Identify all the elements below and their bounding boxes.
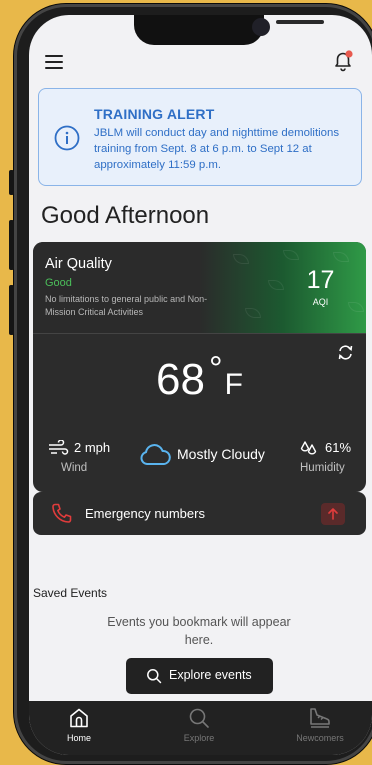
alert-title: TRAINING ALERT [94, 106, 215, 122]
leaf-decoration [245, 308, 261, 318]
leaf-decoration [348, 302, 364, 312]
weather-condition: Mostly Cloudy [177, 446, 265, 462]
temperature-unit: F [224, 368, 243, 401]
search-icon [189, 708, 209, 728]
saved-events-empty-message: Events you bookmark will appear here. [107, 615, 291, 647]
phone-notch [134, 15, 324, 45]
phone-side-button [9, 220, 14, 270]
aqi-value: 17 [306, 266, 335, 294]
emergency-numbers-button[interactable]: Emergency numbers [33, 492, 366, 535]
bottom-navigation: Home Explore Newcomers [29, 701, 372, 755]
phone-side-button [9, 285, 14, 335]
explore-events-button[interactable]: Explore events [126, 658, 273, 694]
nav-item-newcomers[interactable]: Newcomers [285, 707, 355, 743]
shoe-icon [310, 708, 330, 728]
nav-label-home: Home [66, 733, 91, 743]
greeting-heading: Good Afternoon [41, 202, 210, 229]
temperature-value: 68 [156, 355, 205, 404]
info-icon [54, 125, 80, 151]
home-icon [70, 708, 88, 728]
phone-icon [51, 502, 73, 524]
leaf-decoration [268, 280, 284, 290]
nav-label-explore: Explore [183, 733, 215, 743]
weather-card: Air Quality Good No limitations to gener… [33, 242, 366, 492]
top-bar [29, 45, 372, 85]
nav-label-newcomers: Newcomers [296, 733, 344, 743]
bell-icon[interactable] [332, 49, 354, 73]
leaf-decoration [333, 252, 349, 262]
explore-events-label: Explore events [169, 668, 252, 682]
air-quality-section[interactable]: Air Quality Good No limitations to gener… [33, 242, 366, 333]
saved-events-title: Saved Events [33, 586, 108, 600]
humidity-label: Humidity [300, 462, 345, 474]
degree-symbol: ° [209, 350, 223, 388]
alert-message: JBLM will conduct day and nighttime demo… [94, 127, 340, 171]
humidity-icon [299, 440, 319, 457]
air-quality-status: Good [45, 277, 72, 289]
nav-item-explore[interactable]: Explore [164, 707, 234, 743]
search-icon [146, 668, 162, 684]
nav-item-home[interactable]: Home [44, 707, 114, 743]
air-quality-description: No limitations to general public and Non… [45, 294, 208, 317]
temperature-display: 68 °F [33, 350, 366, 405]
cloud-icon [139, 442, 171, 468]
air-quality-title: Air Quality [45, 256, 112, 272]
leaf-decoration [283, 250, 299, 260]
notification-dot [345, 50, 353, 58]
training-alert-banner[interactable]: TRAINING ALERT JBLM will conduct day and… [38, 88, 362, 186]
humidity-value: 61% [325, 440, 352, 455]
wind-label: Wind [61, 462, 88, 474]
arrow-up-icon[interactable] [321, 503, 345, 525]
emergency-numbers-label: Emergency numbers [85, 506, 205, 521]
wind-value: 2 mph [74, 440, 111, 455]
aqi-label: AQI [312, 297, 329, 307]
hamburger-menu-icon[interactable] [45, 55, 63, 69]
leaf-decoration [233, 254, 249, 264]
earpiece-speaker [276, 20, 324, 24]
front-camera [252, 18, 270, 36]
app-screen: TRAINING ALERT JBLM will conduct day and… [29, 15, 372, 755]
phone-side-button [9, 170, 14, 195]
wind-icon [48, 439, 70, 456]
card-divider [33, 333, 366, 334]
